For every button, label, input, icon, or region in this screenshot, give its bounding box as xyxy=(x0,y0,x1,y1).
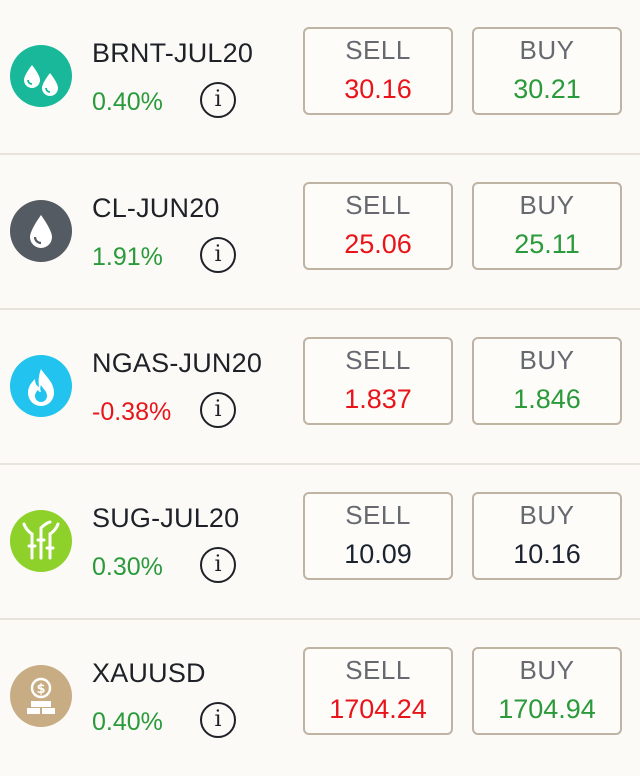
oil-drop-icon xyxy=(10,200,72,262)
info-icon[interactable]: i xyxy=(200,237,236,273)
svg-text:$: $ xyxy=(36,682,45,697)
instrument-row[interactable]: CL-JUN20 1.91% i SELL 25.06 BUY 25.11 xyxy=(0,155,640,310)
instrument-symbol: BRNT-JUL20 xyxy=(92,38,254,68)
buy-price: 10.16 xyxy=(513,539,581,569)
buy-price: 1.846 xyxy=(513,384,581,414)
daily-change: 1.91% xyxy=(92,243,163,271)
flame-icon xyxy=(10,355,72,417)
buy-button[interactable]: BUY 25.11 xyxy=(472,182,622,270)
buy-label: BUY xyxy=(519,345,575,375)
buy-label: BUY xyxy=(519,35,575,65)
buy-label: BUY xyxy=(519,655,575,685)
instrument-row[interactable]: NGAS-JUN20 -0.38% i SELL 1.837 BUY 1.846 xyxy=(0,310,640,465)
daily-change: 0.40% xyxy=(92,88,163,116)
buy-price: 1704.94 xyxy=(498,694,596,724)
sell-label: SELL xyxy=(345,190,411,220)
sell-button[interactable]: SELL 30.16 xyxy=(303,27,453,115)
gold-bars-icon: $ xyxy=(10,665,72,727)
instrument-row[interactable]: SUG-JUL20 0.30% i SELL 10.09 BUY 10.16 xyxy=(0,465,640,620)
buy-label: BUY xyxy=(519,500,575,530)
sell-price: 25.06 xyxy=(344,229,412,259)
instrument-symbol: SUG-JUL20 xyxy=(92,503,240,533)
daily-change: 0.40% xyxy=(92,708,163,736)
buy-price: 25.11 xyxy=(514,229,580,259)
buy-label: BUY xyxy=(519,190,575,220)
sell-price: 1.837 xyxy=(344,384,412,414)
info-icon[interactable]: i xyxy=(200,82,236,118)
buy-button[interactable]: BUY 30.21 xyxy=(472,27,622,115)
instrument-symbol: CL-JUN20 xyxy=(92,193,220,223)
sell-button[interactable]: SELL 25.06 xyxy=(303,182,453,270)
instrument-row[interactable]: $ XAUUSD 0.40% i SELL 1704.24 BUY 1704.9… xyxy=(0,620,640,775)
buy-button[interactable]: BUY 10.16 xyxy=(472,492,622,580)
sell-label: SELL xyxy=(345,500,411,530)
water-drops-icon xyxy=(10,45,72,107)
instrument-symbol: NGAS-JUN20 xyxy=(92,348,263,378)
sell-price: 10.09 xyxy=(344,539,412,569)
instrument-row[interactable]: BRNT-JUL20 0.40% i SELL 30.16 BUY 30.21 xyxy=(0,0,640,155)
info-icon[interactable]: i xyxy=(200,702,236,738)
sell-label: SELL xyxy=(345,345,411,375)
sell-label: SELL xyxy=(345,655,411,685)
sell-button[interactable]: SELL 1704.24 xyxy=(303,647,453,735)
sell-price: 30.16 xyxy=(344,74,412,104)
info-icon[interactable]: i xyxy=(200,392,236,428)
instrument-symbol: XAUUSD xyxy=(92,658,206,688)
buy-button[interactable]: BUY 1.846 xyxy=(472,337,622,425)
buy-button[interactable]: BUY 1704.94 xyxy=(472,647,622,735)
sell-price: 1704.24 xyxy=(329,694,427,724)
info-icon[interactable]: i xyxy=(200,547,236,583)
sell-button[interactable]: SELL 1.837 xyxy=(303,337,453,425)
daily-change: 0.30% xyxy=(92,553,163,581)
sell-label: SELL xyxy=(345,35,411,65)
sell-button[interactable]: SELL 10.09 xyxy=(303,492,453,580)
buy-price: 30.21 xyxy=(513,74,581,104)
sugarcane-icon xyxy=(10,510,72,572)
daily-change: -0.38% xyxy=(92,398,172,426)
instrument-list: BRNT-JUL20 0.40% i SELL 30.16 BUY 30.21 … xyxy=(0,0,640,776)
